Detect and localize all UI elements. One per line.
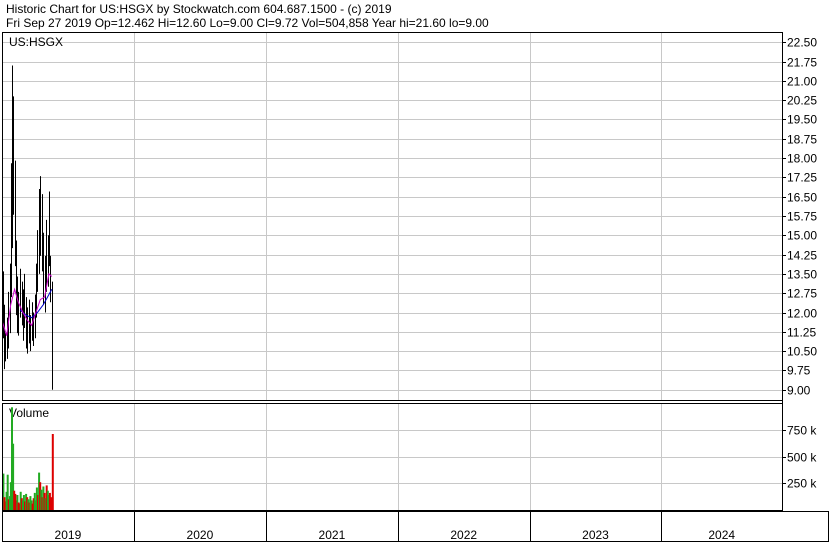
price-tick-label: 22.50 [787, 36, 817, 50]
volume-tick-label: 750 k [787, 424, 817, 438]
price-tick-label: 10.50 [787, 345, 817, 359]
year-label: 2022 [450, 528, 477, 542]
year-label: 2019 [55, 528, 82, 542]
price-tick-label: 15.00 [787, 229, 817, 243]
volume-bar [51, 434, 54, 510]
header-line-2: Fri Sep 27 2019 Op=12.462 Hi=12.60 Lo=9.… [6, 16, 489, 30]
stock-chart: Historic Chart for US:HSGX by Stockwatch… [0, 0, 830, 543]
year-label: 2021 [319, 528, 346, 542]
price-tick-label: 16.50 [787, 191, 817, 205]
header-line-1: Historic Chart for US:HSGX by Stockwatch… [6, 2, 392, 16]
price-tick-label: 18.00 [787, 152, 817, 166]
price-tick-label: 21.00 [787, 75, 817, 89]
price-tick-label: 12.00 [787, 307, 817, 321]
price-tick-label: 13.50 [787, 268, 817, 282]
volume-tick-label: 250 k [787, 477, 817, 491]
price-tick-label: 11.25 [787, 326, 816, 340]
year-label: 2023 [582, 528, 609, 542]
price-tick-label: 14.25 [787, 249, 817, 263]
price-tick-label: 20.25 [787, 94, 817, 108]
price-tick-label: 21.75 [787, 56, 817, 70]
chart-svg: Historic Chart for US:HSGX by Stockwatch… [0, 0, 830, 543]
price-tick-label: 19.50 [787, 113, 817, 127]
price-tick-label: 12.75 [787, 287, 817, 301]
price-tick-label: 9.00 [787, 384, 811, 398]
price-tick-label: 17.25 [787, 171, 817, 185]
symbol-label: US:HSGX [9, 35, 63, 49]
year-label: 2024 [708, 528, 735, 542]
volume-title: Volume [9, 406, 49, 420]
volume-tick-label: 500 k [787, 451, 817, 465]
price-tick-label: 9.75 [787, 364, 811, 378]
year-label: 2020 [187, 528, 214, 542]
price-tick-label: 18.75 [787, 133, 817, 147]
price-tick-label: 15.75 [787, 210, 817, 224]
